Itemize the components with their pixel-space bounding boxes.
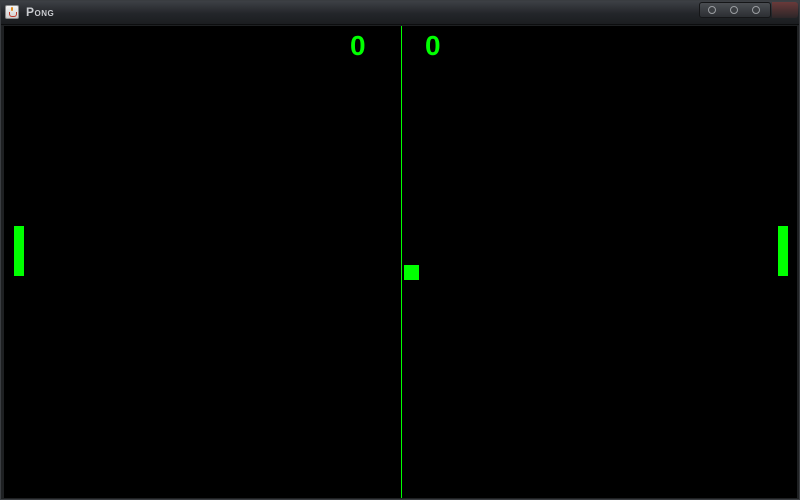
window-title: Pong	[26, 5, 55, 19]
close-icon[interactable]	[752, 6, 760, 14]
maximize-icon[interactable]	[730, 6, 738, 14]
right-paddle	[778, 226, 788, 276]
left-player-score: 0	[350, 30, 366, 61]
center-net-line	[401, 26, 402, 498]
java-cup-icon	[5, 5, 19, 19]
ball	[404, 265, 419, 280]
window-controls	[699, 2, 771, 18]
left-paddle	[14, 226, 24, 276]
game-court[interactable]: 0 0	[4, 26, 797, 498]
right-player-score: 0	[425, 30, 441, 61]
app-window: Pong 0 0	[0, 0, 800, 500]
title-bar-corner	[772, 2, 798, 18]
minimize-icon[interactable]	[708, 6, 716, 14]
title-bar[interactable]: Pong	[1, 1, 799, 25]
